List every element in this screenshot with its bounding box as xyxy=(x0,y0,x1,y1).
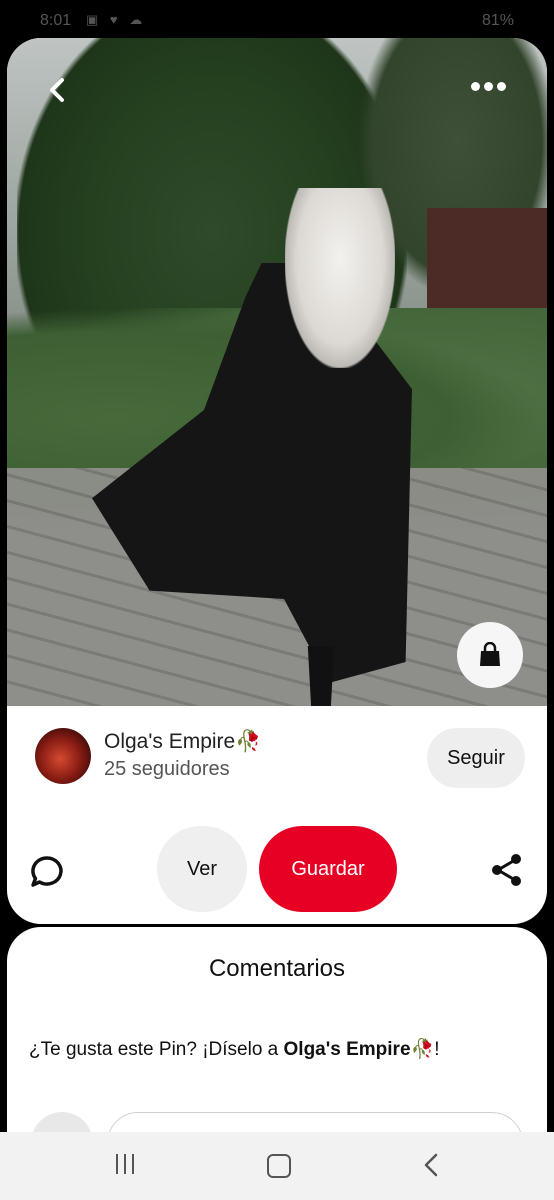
comments-prompt: ¿Te gusta este Pin? ¡Díselo a Olga's Emp… xyxy=(29,1037,439,1061)
comments-prompt-text: ¿Te gusta este Pin? ¡Díselo a xyxy=(29,1039,284,1060)
back-icon[interactable] xyxy=(420,1150,444,1180)
save-button[interactable]: Guardar xyxy=(259,826,397,912)
notification-icons: ▣ ♥ ☁ xyxy=(86,12,147,27)
creator-row: Olga's Empire🥀 25 seguidores Seguir xyxy=(7,720,547,800)
more-dots-icon xyxy=(471,82,480,91)
comments-prompt-end: ! xyxy=(434,1039,440,1060)
view-button[interactable]: Ver xyxy=(157,826,247,912)
actions-row: Ver Guardar xyxy=(7,826,547,912)
status-time: 8:01 xyxy=(40,12,72,29)
home-icon[interactable] xyxy=(267,1154,291,1178)
shop-button[interactable] xyxy=(457,622,523,688)
more-dot xyxy=(497,82,506,91)
more-dot xyxy=(484,82,493,91)
status-bar: 8:01 ▣ ♥ ☁ 81% xyxy=(0,0,554,40)
status-battery: 81% xyxy=(481,12,514,29)
creator-avatar[interactable] xyxy=(35,728,91,784)
comment-bubble-icon[interactable] xyxy=(27,852,67,892)
creator-name[interactable]: Olga's Empire🥀 xyxy=(104,730,261,754)
pin-card: Olga's Empire🥀 25 seguidores Seguir Ver … xyxy=(7,38,547,924)
comments-panel: Comentarios ¿Te gusta este Pin? ¡Díselo … xyxy=(7,927,547,1167)
share-icon[interactable] xyxy=(489,852,525,888)
shopping-bag-icon xyxy=(480,642,500,666)
more-options-button[interactable] xyxy=(471,78,519,102)
pin-image[interactable] xyxy=(7,38,547,706)
comments-title: Comentarios xyxy=(208,955,346,982)
back-button[interactable] xyxy=(35,70,79,114)
creator-followers: 25 seguidores xyxy=(104,758,230,780)
recents-icon[interactable] xyxy=(116,1154,140,1176)
system-nav-bar xyxy=(0,1132,554,1200)
chevron-left-icon xyxy=(50,78,64,102)
comments-prompt-name[interactable]: Olga's Empire🥀 xyxy=(284,1039,435,1060)
follow-button[interactable]: Seguir xyxy=(427,728,525,788)
image-hair xyxy=(285,188,395,368)
